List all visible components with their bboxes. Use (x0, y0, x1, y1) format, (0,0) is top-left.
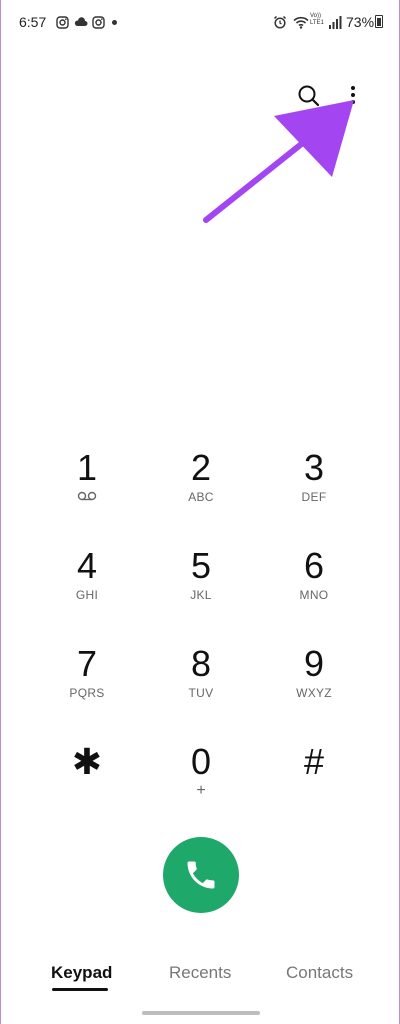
key-digit: 3 (303, 447, 325, 488)
tab-keypad[interactable]: Keypad (51, 963, 112, 983)
key-digit: 0 (190, 741, 212, 782)
key-digit: 6 (303, 545, 325, 586)
key-5[interactable]: 5 JKL (151, 546, 251, 634)
key-9[interactable]: 9 WXYZ (264, 644, 364, 732)
phone-icon (187, 861, 215, 889)
tab-contacts[interactable]: Contacts (286, 963, 353, 983)
key-hash[interactable]: # (264, 742, 364, 830)
key-letters: GHI (75, 588, 99, 602)
status-bar: 6:57 Vo)) LTE1 73% (1, 0, 400, 46)
notification-dot-icon (112, 20, 117, 25)
key-digit: ✱ (71, 741, 103, 782)
key-letters: PQRS (69, 686, 105, 700)
call-button[interactable] (163, 837, 239, 913)
alarm-icon (273, 14, 287, 30)
volte-indicator: Vo)) LTE1 (310, 13, 324, 27)
key-1[interactable]: 1 (37, 448, 137, 536)
key-3[interactable]: 3 DEF (264, 448, 364, 536)
key-plus-label: + (196, 782, 206, 799)
wifi-icon (293, 14, 309, 30)
key-letters: JKL (190, 588, 212, 602)
voicemail-icon (77, 491, 97, 501)
cloud-upload-icon (74, 14, 88, 30)
key-digit: 4 (76, 545, 98, 586)
toolbar (259, 78, 399, 118)
instagram-icon (56, 14, 69, 30)
bottom-tab-bar: Keypad Recents Contacts (1, 955, 400, 995)
key-7[interactable]: 7 PQRS (37, 644, 137, 732)
key-letters: ABC (188, 490, 214, 504)
key-letters: DEF (301, 490, 327, 504)
volte-label: Vo)) (310, 13, 322, 19)
key-2[interactable]: 2 ABC (151, 448, 251, 536)
battery-percent: 73% (346, 14, 375, 30)
key-4[interactable]: 4 GHI (37, 546, 137, 634)
key-digit: # (303, 741, 325, 782)
key-star[interactable]: ✱ (37, 742, 137, 830)
key-digit: 7 (76, 643, 98, 684)
status-time: 6:57 (19, 14, 47, 30)
more-options-button[interactable] (343, 82, 363, 110)
battery-icon (375, 15, 383, 28)
key-digit: 2 (190, 447, 212, 488)
key-digit: 1 (76, 447, 98, 488)
signal-icon (328, 14, 342, 30)
active-tab-indicator (52, 988, 108, 991)
key-8[interactable]: 8 TUV (151, 644, 251, 732)
phone-screen: 6:57 Vo)) LTE1 73% 1 2 ABC 3 DEF 4 GHI 5… (0, 0, 400, 1024)
key-letters: MNO (299, 588, 329, 602)
key-letters: TUV (188, 686, 214, 700)
more-options-icon (351, 86, 355, 104)
key-digit: 9 (303, 643, 325, 684)
search-button[interactable] (295, 82, 323, 110)
instagram-icon (92, 14, 105, 30)
key-digit: 5 (190, 545, 212, 586)
key-6[interactable]: 6 MNO (264, 546, 364, 634)
lte-label: LTE1 (310, 20, 324, 26)
search-icon (298, 85, 320, 107)
tab-recents[interactable]: Recents (169, 963, 231, 983)
key-digit: 8 (190, 643, 212, 684)
home-indicator[interactable] (142, 1011, 260, 1015)
key-letters: WXYZ (296, 686, 332, 700)
key-0[interactable]: 0 + (151, 742, 251, 830)
